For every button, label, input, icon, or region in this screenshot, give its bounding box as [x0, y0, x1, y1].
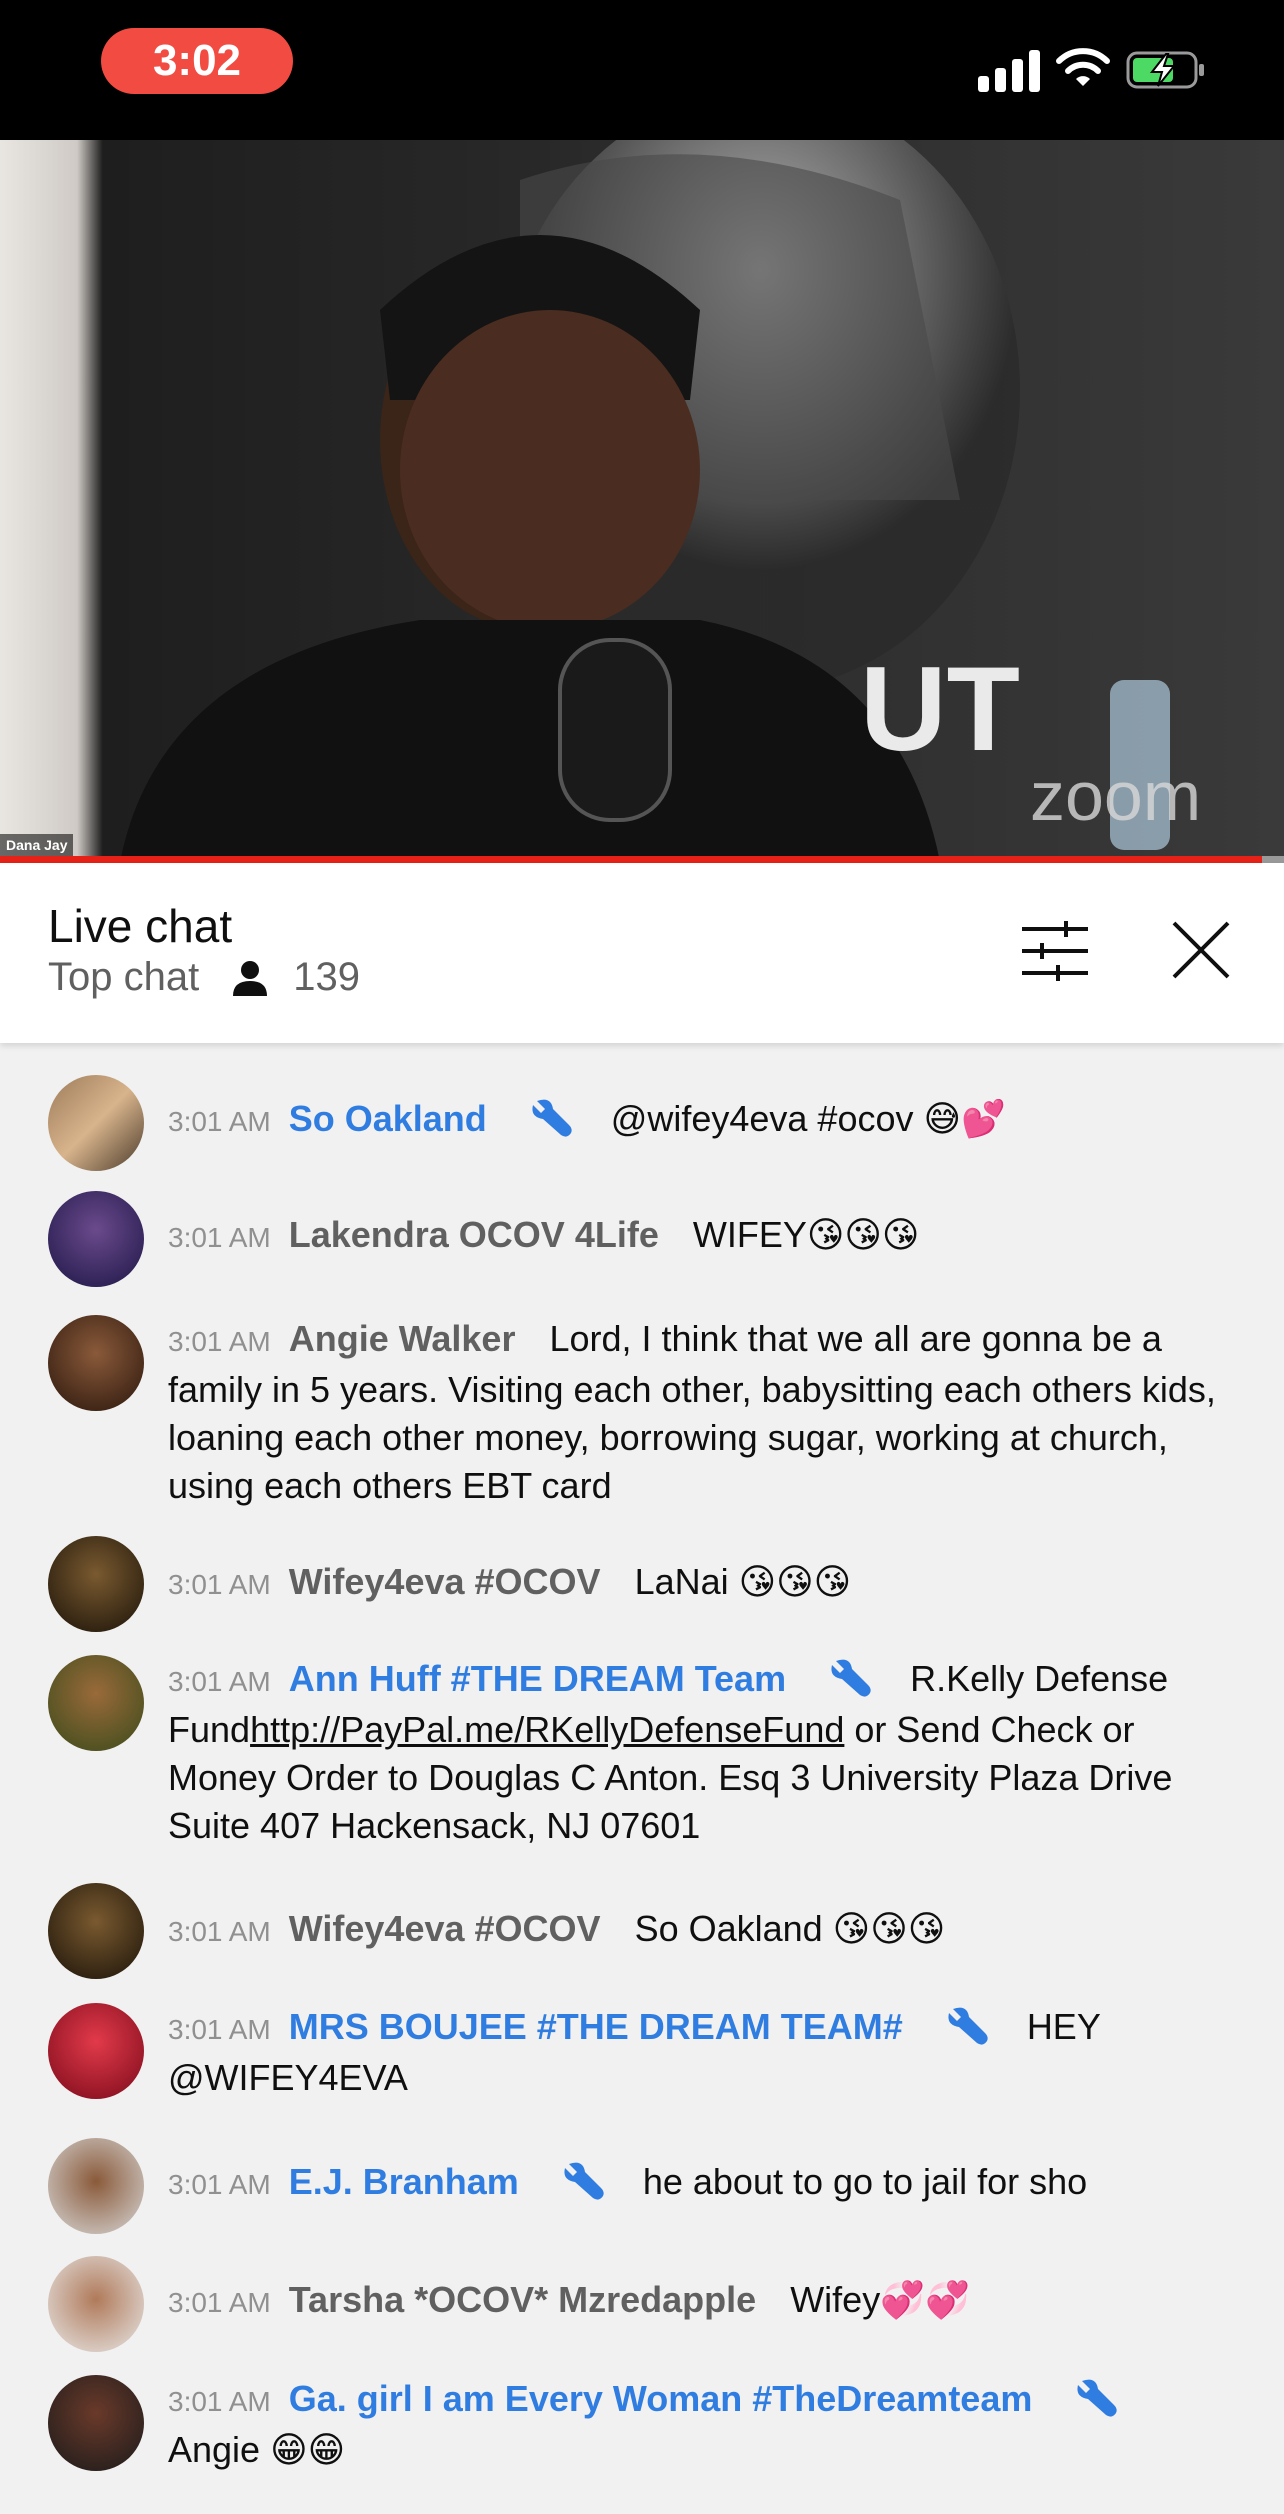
video-progress-remaining	[1262, 856, 1284, 863]
message-author[interactable]: Angie Walker	[289, 1318, 516, 1359]
avatar[interactable]	[48, 1191, 144, 1287]
person-icon	[233, 960, 268, 996]
message-timestamp: 3:01 AM	[168, 2287, 271, 2318]
message-timestamp: 3:01 AM	[168, 2014, 271, 2045]
message-author[interactable]: Tarsha *OCOV* Mzredapple	[289, 2279, 756, 2320]
message-text: LaNai 😘😘😘	[634, 1561, 852, 1602]
message-text: Wifey💞💞	[790, 2279, 970, 2320]
close-icon[interactable]	[1168, 917, 1234, 983]
video-progress-bar[interactable]	[0, 856, 1262, 863]
message-timestamp: 3:01 AM	[168, 1222, 271, 1253]
message-text: he about to go to jail for sho	[642, 2161, 1088, 2202]
message-timestamp: 3:01 AM	[168, 2169, 271, 2200]
avatar[interactable]	[48, 2003, 144, 2099]
status-bar: 3:02	[0, 0, 1284, 140]
video-player[interactable]: UT zoom Dana Jay	[0, 140, 1284, 862]
avatar[interactable]	[48, 2138, 144, 2234]
avatar[interactable]	[48, 1536, 144, 1632]
moderator-wrench-icon	[532, 1099, 572, 1137]
message-timestamp: 3:01 AM	[168, 1916, 271, 1947]
avatar[interactable]	[48, 1315, 144, 1411]
participant-name-tag: Dana Jay	[0, 834, 74, 856]
svg-text:UT: UT	[860, 642, 1020, 776]
avatar[interactable]	[48, 1075, 144, 1171]
moderator-wrench-icon	[948, 2007, 988, 2045]
message-text: WIFEY😘😘😘	[692, 1214, 920, 1255]
battery-charging-icon	[1126, 51, 1204, 89]
viewer-count: 139	[293, 955, 360, 999]
message-author[interactable]: Lakendra OCOV 4Life	[289, 1214, 659, 1255]
message-author[interactable]: So Oakland	[289, 1098, 487, 1139]
message-timestamp: 3:01 AM	[168, 2386, 271, 2417]
moderator-wrench-icon	[1077, 2379, 1118, 2417]
filter-settings-icon[interactable]	[1020, 919, 1090, 983]
live-chat-title: Live chat	[48, 900, 233, 952]
message-author[interactable]: Ann Huff #THE DREAM Team	[289, 1658, 786, 1699]
message-link[interactable]: http://PayPal.me/RKellyDefenseFund	[250, 1709, 844, 1750]
avatar[interactable]	[48, 2256, 144, 2352]
message-author[interactable]: Ga. girl I am Every Woman #TheDreamteam	[289, 2378, 1033, 2419]
status-time: 3:02	[101, 28, 293, 94]
chat-message-list[interactable]: 3:01 AM So Oakland @wifey4eva #ocov 😅💕 3:0…	[0, 1043, 1284, 2514]
message-timestamp: 3:01 AM	[168, 1569, 271, 1600]
moderator-wrench-icon	[564, 2162, 604, 2200]
message-author[interactable]: E.J. Branham	[289, 2161, 519, 2202]
video-frame: UT zoom	[0, 140, 1284, 862]
signal-icon	[978, 48, 1040, 92]
moderator-wrench-icon	[831, 1659, 871, 1697]
wifi-icon	[1056, 48, 1110, 86]
avatar[interactable]	[48, 1883, 144, 1979]
live-chat-header: Live chat Top chat 139	[0, 863, 1284, 1043]
message-text: So Oakland 😘😘😘	[634, 1908, 946, 1949]
message-timestamp: 3:01 AM	[168, 1666, 271, 1697]
avatar[interactable]	[48, 1655, 144, 1751]
svg-text:zoom: zoom	[1030, 757, 1201, 835]
message-timestamp: 3:01 AM	[168, 1326, 271, 1357]
message-author[interactable]: Wifey4eva #OCOV	[289, 1908, 601, 1949]
message-author[interactable]: Wifey4eva #OCOV	[289, 1561, 601, 1602]
message-text: @wifey4eva #ocov 😅💕	[610, 1098, 1006, 1139]
chat-mode-label: Top chat	[48, 955, 200, 999]
chat-mode-selector[interactable]: Top chat 139	[48, 955, 360, 1000]
message-text: Angie 😁😁	[168, 2429, 346, 2470]
message-timestamp: 3:01 AM	[168, 1106, 271, 1137]
avatar[interactable]	[48, 2375, 144, 2471]
message-author[interactable]: MRS BOUJEE #THE DREAM TEAM#	[289, 2006, 903, 2047]
